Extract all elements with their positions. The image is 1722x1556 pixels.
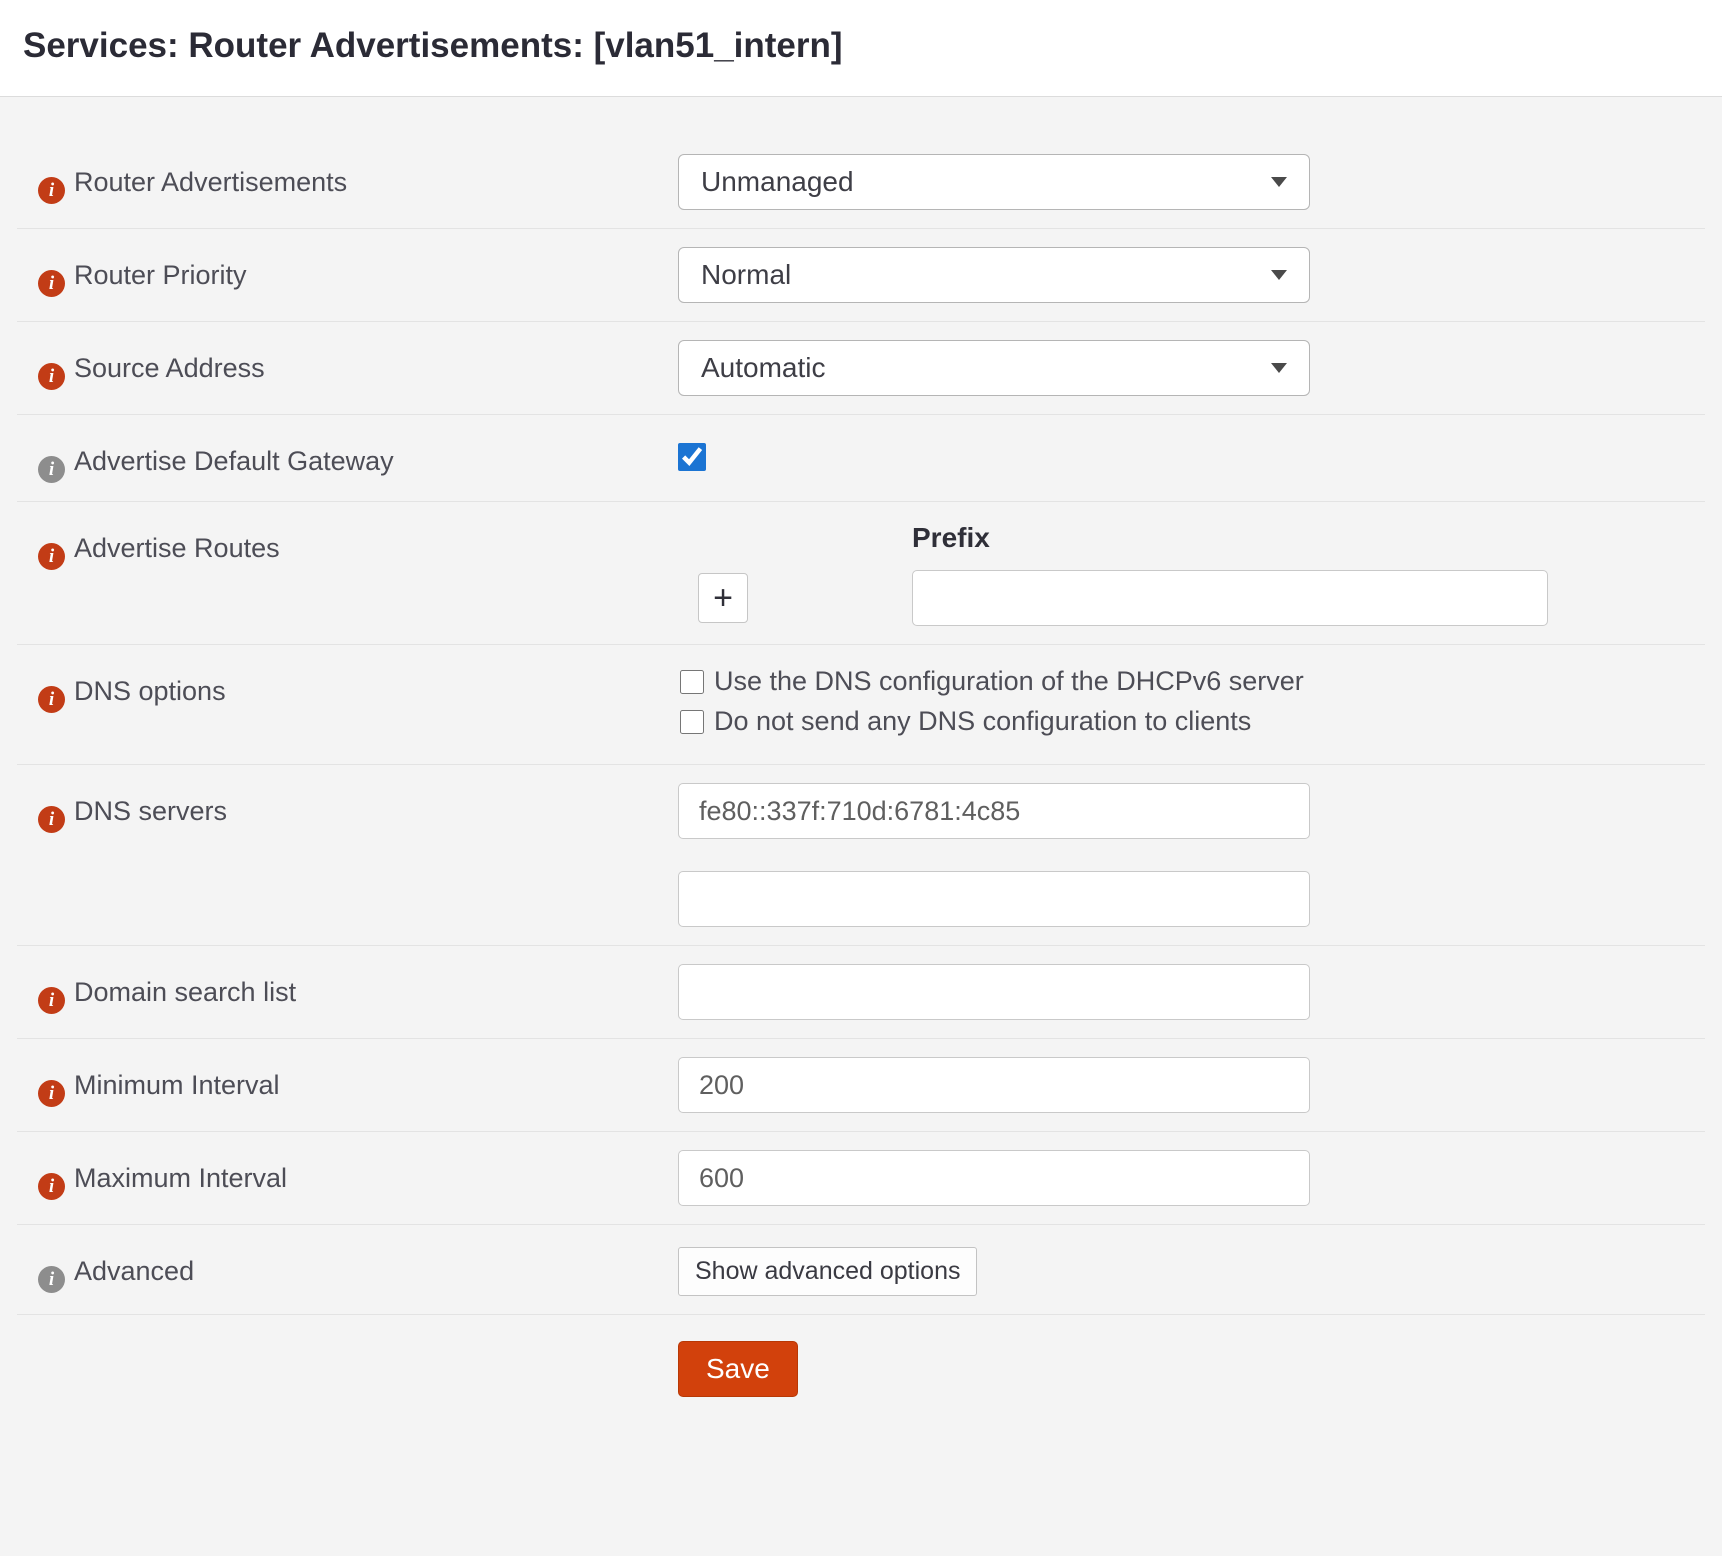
field-cell: Save: [678, 1333, 1705, 1397]
row-source-address: Source Address Automatic: [17, 322, 1705, 415]
chevron-down-icon: [1271, 363, 1287, 373]
dns-server-input-1[interactable]: [678, 783, 1310, 839]
label-cell: Source Address: [17, 340, 678, 396]
row-save: Save: [17, 1315, 1705, 1415]
row-advanced: Advanced Show advanced options: [17, 1225, 1705, 1315]
field-cell: Automatic: [678, 340, 1705, 396]
label-cell: Router Advertisements: [17, 154, 678, 210]
row-label: Router Priority: [74, 260, 247, 290]
row-label: Minimum Interval: [74, 1070, 280, 1100]
row-minimum-interval: Minimum Interval: [17, 1039, 1705, 1132]
row-label: Advertise Routes: [74, 533, 280, 563]
row-label: Maximum Interval: [74, 1163, 287, 1193]
row-label: Advertise Default Gateway: [74, 446, 394, 476]
row-label: Advanced: [74, 1256, 194, 1286]
field-cell: [678, 1150, 1705, 1206]
advertise-default-gateway-checkbox[interactable]: [678, 443, 706, 471]
row-label: DNS options: [74, 676, 226, 706]
row-domain-search-list: Domain search list: [17, 946, 1705, 1039]
chevron-down-icon: [1271, 177, 1287, 187]
field-cell: [678, 783, 1705, 927]
row-advertise-routes: Advertise Routes Prefix +: [17, 502, 1705, 645]
source-address-select[interactable]: Automatic: [678, 340, 1310, 396]
dns-option-line: Use the DNS configuration of the DHCPv6 …: [678, 666, 1689, 697]
label-cell: DNS options: [17, 663, 678, 746]
label-cell: Advanced: [17, 1243, 678, 1296]
routes-row: +: [678, 570, 1689, 626]
label-cell: Minimum Interval: [17, 1057, 678, 1113]
label-cell: Advertise Routes: [17, 520, 678, 626]
show-advanced-options-button[interactable]: Show advanced options: [678, 1247, 977, 1296]
page-title: Services: Router Advertisements: [vlan51…: [23, 26, 1699, 66]
prefix-column-header: Prefix: [912, 522, 1689, 554]
row-label: DNS servers: [74, 796, 227, 826]
chevron-down-icon: [1271, 270, 1287, 280]
info-icon[interactable]: [38, 1080, 65, 1107]
row-label: Source Address: [74, 353, 265, 383]
field-cell: [678, 1057, 1705, 1113]
row-advertise-default-gateway: Advertise Default Gateway: [17, 415, 1705, 502]
label-cell: DNS servers: [17, 783, 678, 927]
router-advertisements-select[interactable]: Unmanaged: [678, 154, 1310, 210]
router-priority-select[interactable]: Normal: [678, 247, 1310, 303]
dns-server-input-2[interactable]: [678, 871, 1310, 927]
select-value: Automatic: [701, 352, 826, 384]
page-header: Services: Router Advertisements: [vlan51…: [0, 0, 1722, 97]
label-cell: Advertise Default Gateway: [17, 433, 678, 483]
save-button[interactable]: Save: [678, 1341, 798, 1397]
info-icon[interactable]: [38, 1266, 65, 1293]
info-icon[interactable]: [38, 987, 65, 1014]
label-cell: [17, 1333, 678, 1397]
label-cell: Router Priority: [17, 247, 678, 303]
row-label: Domain search list: [74, 977, 296, 1007]
dns-option-label: Do not send any DNS configuration to cli…: [714, 706, 1251, 737]
maximum-interval-input[interactable]: [678, 1150, 1310, 1206]
route-prefix-input[interactable]: [912, 570, 1548, 626]
dns-option-no-dns-checkbox[interactable]: [680, 710, 704, 734]
field-cell: [678, 433, 1705, 483]
info-icon[interactable]: [38, 686, 65, 713]
info-icon[interactable]: [38, 270, 65, 297]
add-route-button[interactable]: +: [698, 573, 748, 623]
row-maximum-interval: Maximum Interval: [17, 1132, 1705, 1225]
row-dns-options: DNS options Use the DNS configuration of…: [17, 645, 1705, 765]
field-cell: [678, 964, 1705, 1020]
info-icon[interactable]: [38, 1173, 65, 1200]
field-cell: Show advanced options: [678, 1243, 1705, 1296]
label-cell: Domain search list: [17, 964, 678, 1020]
field-cell: Unmanaged: [678, 154, 1705, 210]
row-dns-servers: DNS servers: [17, 765, 1705, 946]
dns-option-line: Do not send any DNS configuration to cli…: [678, 706, 1689, 737]
field-cell: Normal: [678, 247, 1705, 303]
select-value: Unmanaged: [701, 166, 854, 198]
info-icon[interactable]: [38, 456, 65, 483]
info-icon[interactable]: [38, 543, 65, 570]
field-cell: Use the DNS configuration of the DHCPv6 …: [678, 663, 1705, 746]
field-cell: Prefix +: [678, 520, 1705, 626]
dns-option-label: Use the DNS configuration of the DHCPv6 …: [714, 666, 1304, 697]
form-container: Router Advertisements Unmanaged Router P…: [0, 97, 1722, 1415]
select-value: Normal: [701, 259, 791, 291]
info-icon[interactable]: [38, 363, 65, 390]
domain-search-list-input[interactable]: [678, 964, 1310, 1020]
label-cell: Maximum Interval: [17, 1150, 678, 1206]
info-icon[interactable]: [38, 177, 65, 204]
row-router-priority: Router Priority Normal: [17, 229, 1705, 322]
minimum-interval-input[interactable]: [678, 1057, 1310, 1113]
info-icon[interactable]: [38, 806, 65, 833]
row-router-advertisements: Router Advertisements Unmanaged: [17, 136, 1705, 229]
row-label: Router Advertisements: [74, 167, 347, 197]
dns-option-dhcpv6-checkbox[interactable]: [680, 670, 704, 694]
